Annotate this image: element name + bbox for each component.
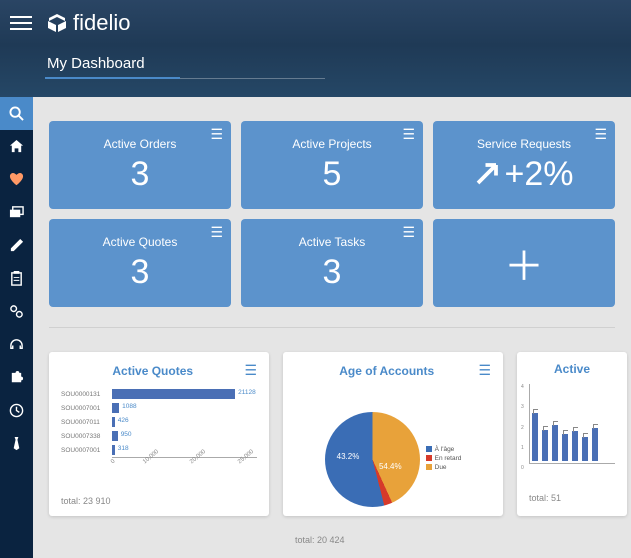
hamburger-icon[interactable]: ☰: [210, 127, 223, 141]
list-icon[interactable]: ☰: [244, 362, 257, 379]
plus-icon: ＋: [504, 234, 544, 292]
sidebar-item-search[interactable]: [0, 97, 33, 130]
sidebar-item-folders[interactable]: [0, 196, 33, 229]
tile-value: 3: [323, 253, 342, 292]
pencil-icon: [9, 238, 24, 253]
sidebar-item-favorites[interactable]: [0, 163, 33, 196]
tile-active-projects[interactable]: ☰ Active Projects 5: [241, 121, 423, 209]
tile-label: Service Requests: [477, 137, 571, 151]
tile-value: +2%: [475, 155, 574, 194]
sidebar-item-tie[interactable]: [0, 427, 33, 460]
brand-text: fidelio: [73, 10, 130, 36]
tile-label: Active Tasks: [299, 235, 365, 249]
tile-value: 5: [323, 155, 342, 194]
chart-title: Age of Accounts: [295, 364, 478, 378]
chart-card-active-quotes[interactable]: Active Quotes ☰ SOU000013121128 SOU00070…: [49, 352, 269, 516]
kpi-tiles-grid: ☰ Active Orders 3 ☰ Active Projects 5 ☰ …: [49, 121, 615, 328]
hbar-chart: SOU000013121128 SOU00070011088 SOU000701…: [61, 387, 257, 492]
sidebar-nav: [0, 97, 33, 558]
sidebar-item-edit[interactable]: [0, 229, 33, 262]
tile-active-orders[interactable]: ☰ Active Orders 3: [49, 121, 231, 209]
hamburger-icon[interactable]: ☰: [594, 127, 607, 141]
charts-row: Active Quotes ☰ SOU000013121128 SOU00070…: [49, 352, 615, 516]
sidebar-item-clipboard[interactable]: [0, 262, 33, 295]
hamburger-icon[interactable]: ☰: [210, 225, 223, 239]
pie-legend: À l'âge En retard Due: [426, 446, 462, 473]
chart-total: total: 51: [529, 493, 615, 503]
tile-service-requests[interactable]: ☰ Service Requests +2%: [433, 121, 615, 209]
dashboard-content: ☰ Active Orders 3 ☰ Active Projects 5 ☰ …: [33, 97, 631, 558]
page-title-wrap: My Dashboard: [45, 51, 325, 79]
hamburger-icon[interactable]: ☰: [402, 127, 415, 141]
chart-title: Active Quotes: [61, 364, 244, 378]
sidebar-item-modules[interactable]: [0, 361, 33, 394]
page-title: My Dashboard: [45, 51, 325, 76]
app-header: fidelio: [0, 0, 631, 45]
sidebar-item-home[interactable]: [0, 130, 33, 163]
search-icon: [9, 106, 24, 121]
chart-total: total: 20 424: [295, 535, 491, 545]
sub-header: My Dashboard: [0, 45, 631, 97]
tie-icon: [9, 436, 24, 451]
tile-label: Active Projects: [292, 137, 371, 151]
menu-toggle-button[interactable]: [10, 16, 32, 30]
tile-label: Active Orders: [104, 137, 177, 151]
tile-active-quotes[interactable]: ☰ Active Quotes 3: [49, 219, 231, 307]
vbar-chart: 43210: [529, 384, 615, 489]
headset-icon: [9, 337, 24, 352]
chart-total: total: 23 910: [61, 496, 257, 506]
clock-icon: [9, 403, 24, 418]
clipboard-icon: [9, 271, 24, 286]
tile-value: 3: [131, 253, 150, 292]
sidebar-item-support[interactable]: [0, 328, 33, 361]
trend-up-icon: [475, 162, 499, 186]
puzzle-icon: [9, 370, 24, 385]
hamburger-icon[interactable]: ☰: [402, 225, 415, 239]
folders-icon: [9, 205, 24, 220]
sidebar-item-history[interactable]: [0, 394, 33, 427]
cube-icon: [47, 13, 67, 33]
tile-add-new[interactable]: ＋: [433, 219, 615, 307]
home-icon: [9, 139, 24, 154]
heart-icon: [9, 172, 24, 187]
brand-logo: fidelio: [47, 10, 130, 36]
chart-card-active[interactable]: Active 43210 total: 51: [517, 352, 627, 516]
tile-label: Active Quotes: [103, 235, 178, 249]
gears-icon: [9, 304, 24, 319]
pie-chart: 54.4% 43.2% À l'âge En retard Due: [295, 387, 491, 531]
tile-active-tasks[interactable]: ☰ Active Tasks 3: [241, 219, 423, 307]
list-icon[interactable]: ☰: [478, 362, 491, 379]
tile-value: 3: [131, 155, 150, 194]
chart-card-age-accounts[interactable]: Age of Accounts ☰ 54.4% 43.2% À l'âge En…: [283, 352, 503, 516]
chart-title: Active: [529, 362, 615, 376]
sidebar-item-settings[interactable]: [0, 295, 33, 328]
